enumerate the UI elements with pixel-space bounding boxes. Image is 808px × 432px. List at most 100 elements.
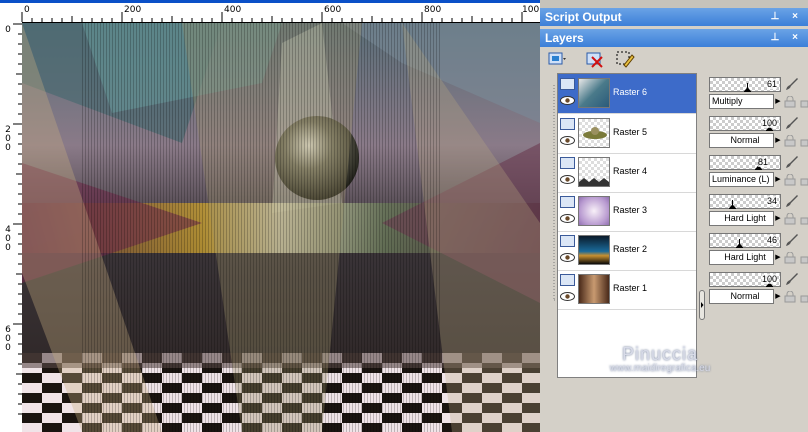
- blend-mode-select[interactable]: Luminance (L): [709, 172, 781, 187]
- brush-icon[interactable]: [784, 154, 800, 170]
- lock-icon[interactable]: [800, 135, 808, 147]
- ruler-label: 2 0 0: [5, 125, 11, 153]
- visibility-toggle-icon[interactable]: [560, 235, 575, 247]
- opacity-slider[interactable]: 34: [709, 194, 781, 209]
- blend-mode-select[interactable]: Hard Light: [709, 250, 781, 265]
- chevron-right-icon[interactable]: ▶: [773, 172, 782, 187]
- lock-icon[interactable]: [800, 252, 808, 264]
- ruler-label: 0: [24, 5, 30, 15]
- lock-icon[interactable]: [800, 96, 808, 108]
- eye-icon[interactable]: [560, 253, 575, 262]
- lock-icon[interactable]: [800, 291, 808, 303]
- artwork-image: [22, 23, 540, 432]
- lock-icon[interactable]: [784, 252, 796, 264]
- brush-icon[interactable]: [784, 193, 800, 209]
- eye-icon[interactable]: [560, 175, 575, 184]
- layer-properties-raster-2: 46 Hard Light ▶: [709, 231, 808, 268]
- visibility-toggle-icon[interactable]: [560, 118, 575, 130]
- script-output-titlebar[interactable]: Script Output ⊥ ×: [540, 8, 808, 26]
- layers-toolbar: [540, 47, 808, 71]
- opacity-slider[interactable]: 81: [709, 155, 781, 170]
- slider-thumb-icon: [729, 200, 736, 209]
- edit-selection-button[interactable]: [614, 49, 636, 69]
- pin-icon[interactable]: ⊥: [770, 32, 780, 43]
- layer-name: Raster 2: [613, 244, 648, 254]
- opacity-value: 81: [757, 157, 768, 167]
- opacity-slider[interactable]: 100: [709, 116, 781, 131]
- slider-thumb-icon: [744, 83, 751, 92]
- layer-thumbnail: [578, 118, 610, 148]
- watermark: Pinuccia www.maidiregrafica.eu: [560, 344, 760, 374]
- layer-row-raster-4[interactable]: Raster 4: [558, 153, 696, 193]
- layer-properties-raster-5: 100 Normal ▶: [709, 114, 808, 151]
- layer-name: Raster 1: [613, 283, 648, 293]
- new-layer-icon: [548, 52, 566, 65]
- opacity-value: 46: [766, 235, 777, 245]
- eye-icon[interactable]: [560, 292, 575, 301]
- brush-icon[interactable]: [784, 115, 800, 131]
- chevron-right-icon[interactable]: ▶: [773, 133, 782, 148]
- visibility-toggle-icon[interactable]: [560, 196, 575, 208]
- eye-icon[interactable]: [560, 136, 575, 145]
- chevron-right-icon[interactable]: ▶: [773, 250, 782, 265]
- visibility-toggle-icon[interactable]: [560, 157, 575, 169]
- opacity-slider[interactable]: 46: [709, 233, 781, 248]
- layer-list: Raster 6 Raster 5 Raster 4 Raster 3 Rast…: [557, 73, 697, 378]
- canvas-artwork[interactable]: [22, 23, 540, 432]
- layer-thumbnail: [578, 157, 610, 187]
- ruler-label: 400: [224, 5, 242, 15]
- close-icon[interactable]: ×: [790, 32, 800, 43]
- blend-mode-select[interactable]: Normal: [709, 289, 781, 304]
- eye-icon[interactable]: [560, 214, 575, 223]
- layer-row-raster-2[interactable]: Raster 2: [558, 231, 696, 271]
- ruler-label: 0: [5, 25, 11, 35]
- brush-icon[interactable]: [784, 76, 800, 92]
- visibility-toggle-icon[interactable]: [560, 274, 575, 286]
- blend-mode-select[interactable]: Normal: [709, 133, 781, 148]
- horizontal-ruler: 0 200 400 600 800 100: [0, 0, 540, 23]
- blend-mode-select[interactable]: Multiply: [709, 94, 781, 109]
- lock-icon[interactable]: [800, 213, 808, 225]
- layer-name: Raster 6: [613, 87, 648, 97]
- visibility-toggle-icon[interactable]: [560, 78, 575, 90]
- opacity-value: 61: [766, 79, 777, 89]
- script-output-title: Script Output: [545, 10, 622, 24]
- chevron-right-icon[interactable]: ▶: [773, 289, 782, 304]
- opacity-value: 100: [761, 118, 777, 128]
- lock-icon[interactable]: [784, 96, 796, 108]
- vertical-ruler: 0 2 0 0 4 0 0 6 0 0: [0, 22, 23, 432]
- chevron-right-icon[interactable]: ▶: [773, 211, 782, 226]
- layer-row-raster-3[interactable]: Raster 3: [558, 192, 696, 232]
- opacity-slider[interactable]: 61: [709, 77, 781, 92]
- layer-row-raster-1[interactable]: Raster 1: [558, 270, 696, 310]
- lock-icon[interactable]: [784, 291, 796, 303]
- opacity-value: 34: [766, 196, 777, 206]
- layer-thumbnail: [578, 274, 610, 304]
- layer-row-raster-5[interactable]: Raster 5: [558, 114, 696, 154]
- lock-icon[interactable]: [784, 174, 796, 186]
- layers-titlebar[interactable]: Layers ⊥ ×: [540, 29, 808, 47]
- ruler-label: 100: [522, 5, 540, 15]
- layers-title: Layers: [545, 31, 584, 45]
- opacity-slider[interactable]: 100: [709, 272, 781, 287]
- watermark-name: Pinuccia: [621, 344, 699, 364]
- lock-icon[interactable]: [784, 213, 796, 225]
- panel-splitter[interactable]: [698, 73, 706, 378]
- delete-layer-button[interactable]: [584, 49, 606, 69]
- layer-properties-raster-3: 34 Hard Light ▶: [709, 192, 808, 229]
- blend-mode-select[interactable]: Hard Light: [709, 211, 781, 226]
- slider-thumb-icon: [736, 239, 743, 248]
- delete-layer-icon: [586, 52, 603, 68]
- splitter-handle[interactable]: [699, 290, 705, 320]
- lock-icon[interactable]: [784, 135, 796, 147]
- brush-icon[interactable]: [784, 232, 800, 248]
- brush-icon[interactable]: [784, 271, 800, 287]
- ruler-label: 6 0 0: [5, 325, 11, 353]
- lock-icon[interactable]: [800, 174, 808, 186]
- pin-icon[interactable]: ⊥: [770, 11, 780, 22]
- layer-row-raster-6[interactable]: Raster 6: [558, 74, 696, 114]
- chevron-right-icon[interactable]: ▶: [773, 94, 782, 109]
- close-icon[interactable]: ×: [790, 11, 800, 22]
- eye-icon[interactable]: [560, 96, 575, 105]
- new-layer-button[interactable]: [546, 49, 568, 69]
